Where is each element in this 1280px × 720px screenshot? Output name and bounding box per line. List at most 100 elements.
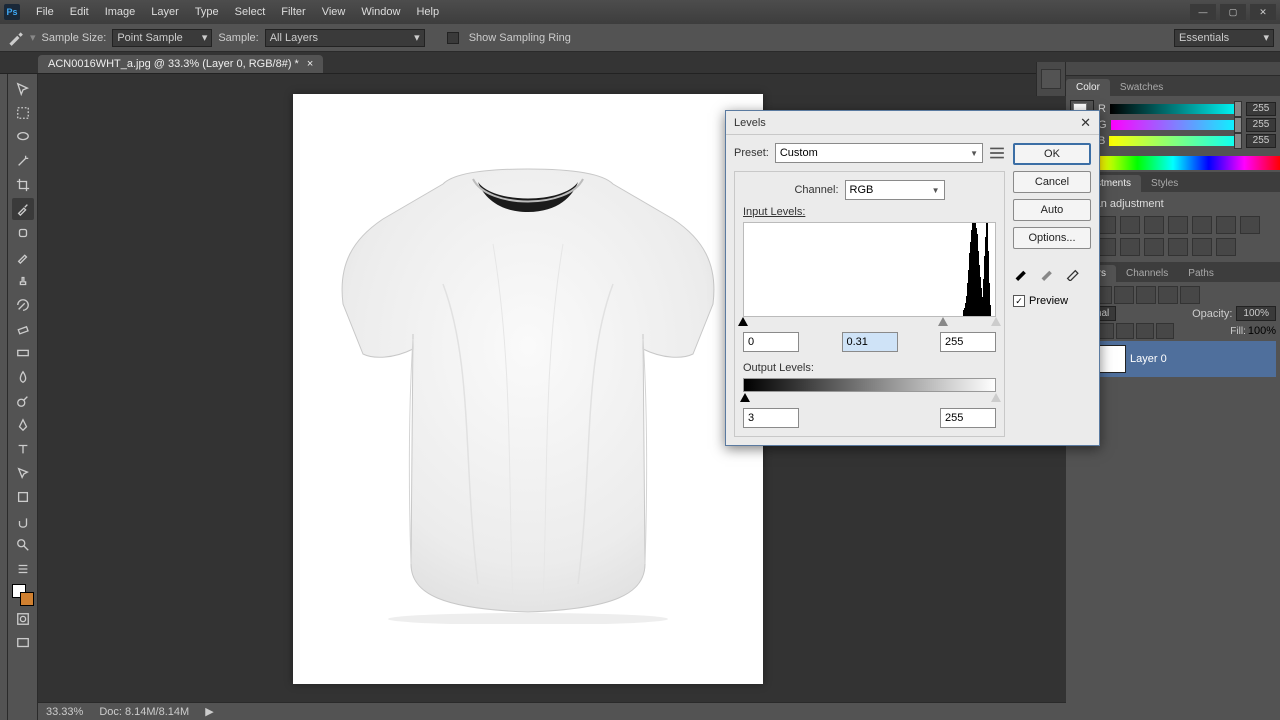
dodge-tool[interactable] — [12, 390, 34, 412]
fill-value[interactable]: 100% — [1248, 325, 1276, 337]
adj-threshold-icon[interactable] — [1168, 238, 1188, 256]
eraser-tool[interactable] — [12, 318, 34, 340]
canvas[interactable] — [293, 94, 763, 684]
path-select-tool[interactable] — [12, 462, 34, 484]
layer-filter-adj-icon[interactable] — [1114, 286, 1134, 304]
sample-black-eyedropper-icon[interactable] — [1013, 263, 1031, 281]
dialog-close-icon[interactable]: ✕ — [1080, 115, 1091, 131]
tab-color[interactable]: Color — [1066, 79, 1110, 96]
b-value[interactable]: 255 — [1246, 134, 1276, 148]
shadow-handle[interactable] — [738, 317, 748, 326]
channel-select[interactable]: RGB▼ — [845, 180, 945, 200]
midtone-handle[interactable] — [938, 317, 948, 326]
preset-select[interactable]: Custom▼ — [775, 143, 983, 163]
show-sampling-ring-checkbox[interactable] — [447, 32, 459, 44]
lock-all-icon[interactable] — [1156, 323, 1174, 339]
ok-button[interactable]: OK — [1013, 143, 1091, 165]
menu-select[interactable]: Select — [227, 6, 274, 18]
layer-filter-smart-icon[interactable] — [1180, 286, 1200, 304]
color-swatches[interactable] — [12, 584, 34, 606]
output-highlight-handle[interactable] — [991, 393, 1001, 402]
lock-position-icon[interactable] — [1136, 323, 1154, 339]
status-arrow-icon[interactable]: ▶ — [205, 705, 213, 718]
blur-tool[interactable] — [12, 366, 34, 388]
sample-select[interactable]: All Layers▾ — [265, 29, 425, 47]
layer-name[interactable]: Layer 0 — [1130, 353, 1167, 365]
layer-thumbnail[interactable] — [1096, 345, 1126, 373]
adj-selective-color-icon[interactable] — [1216, 238, 1236, 256]
close-button[interactable]: ✕ — [1250, 4, 1276, 20]
cancel-button[interactable]: Cancel — [1013, 171, 1091, 193]
input-midtone-field[interactable]: 0.31 — [842, 332, 898, 352]
sample-white-eyedropper-icon[interactable] — [1065, 263, 1083, 281]
menu-filter[interactable]: Filter — [273, 6, 313, 18]
gradient-tool[interactable] — [12, 342, 34, 364]
wand-tool[interactable] — [12, 150, 34, 172]
maximize-button[interactable]: ▢ — [1220, 4, 1246, 20]
options-button[interactable]: Options... — [1013, 227, 1091, 249]
auto-button[interactable]: Auto — [1013, 199, 1091, 221]
edit-toolbar[interactable] — [12, 558, 34, 580]
minimize-button[interactable]: — — [1190, 4, 1216, 20]
history-brush-tool[interactable] — [12, 294, 34, 316]
move-tool[interactable] — [12, 78, 34, 100]
sample-size-select[interactable]: Point Sample▾ — [112, 29, 212, 47]
preset-menu-icon[interactable] — [989, 145, 1005, 161]
adj-gradient-map-icon[interactable] — [1192, 238, 1212, 256]
adj-hue-icon[interactable] — [1192, 216, 1212, 234]
tab-channels[interactable]: Channels — [1116, 265, 1178, 282]
preview-checkbox[interactable]: ✓ — [1013, 295, 1025, 307]
opacity-value[interactable]: 100% — [1236, 306, 1276, 321]
highlight-handle[interactable] — [991, 317, 1001, 326]
brush-tool[interactable] — [12, 246, 34, 268]
menu-help[interactable]: Help — [408, 6, 447, 18]
menu-image[interactable]: Image — [97, 6, 144, 18]
quickmask-tool[interactable] — [12, 608, 34, 630]
menu-type[interactable]: Type — [187, 6, 227, 18]
menu-view[interactable]: View — [314, 6, 354, 18]
r-value[interactable]: 255 — [1246, 102, 1276, 116]
g-value[interactable]: 255 — [1246, 118, 1276, 132]
adj-vibrance-icon[interactable] — [1168, 216, 1188, 234]
g-slider[interactable] — [1111, 120, 1242, 130]
tab-swatches[interactable]: Swatches — [1110, 79, 1173, 96]
eyedropper-tool[interactable] — [12, 198, 34, 220]
shape-tool[interactable] — [12, 486, 34, 508]
adj-curves-icon[interactable] — [1120, 216, 1140, 234]
tab-styles[interactable]: Styles — [1141, 175, 1188, 192]
marquee-tool[interactable] — [12, 102, 34, 124]
input-highlight-field[interactable]: 255 — [940, 332, 996, 352]
stamp-tool[interactable] — [12, 270, 34, 292]
layer-filter-type-icon[interactable] — [1136, 286, 1156, 304]
crop-tool[interactable] — [12, 174, 34, 196]
type-tool[interactable] — [12, 438, 34, 460]
layer-filter-shape-icon[interactable] — [1158, 286, 1178, 304]
menu-file[interactable]: File — [28, 6, 62, 18]
output-shadow-handle[interactable] — [740, 393, 750, 402]
adj-invert-icon[interactable] — [1120, 238, 1140, 256]
document-tab[interactable]: ACN0016WHT_a.jpg @ 33.3% (Layer 0, RGB/8… — [38, 55, 323, 73]
sample-gray-eyedropper-icon[interactable] — [1039, 263, 1057, 281]
hand-tool[interactable] — [12, 510, 34, 532]
output-highlight-field[interactable]: 255 — [940, 408, 996, 428]
tab-paths[interactable]: Paths — [1178, 265, 1224, 282]
menu-edit[interactable]: Edit — [62, 6, 97, 18]
screen-mode-tool[interactable] — [12, 632, 34, 654]
input-shadow-field[interactable]: 0 — [743, 332, 799, 352]
pen-tool[interactable] — [12, 414, 34, 436]
zoom-tool[interactable] — [12, 534, 34, 556]
adj-exposure-icon[interactable] — [1144, 216, 1164, 234]
layer-row[interactable]: 👁 Layer 0 — [1070, 341, 1276, 377]
adj-bw-icon[interactable] — [1216, 216, 1236, 234]
zoom-level[interactable]: 33.33% — [46, 706, 83, 718]
input-slider[interactable] — [743, 316, 996, 326]
workspace-select[interactable]: Essentials▾ — [1174, 29, 1274, 47]
lasso-tool[interactable] — [12, 126, 34, 148]
histogram[interactable] — [743, 222, 996, 317]
document-tab-close-icon[interactable]: × — [307, 58, 313, 70]
output-slider[interactable] — [743, 392, 996, 402]
lock-pixels-icon[interactable] — [1116, 323, 1134, 339]
menu-layer[interactable]: Layer — [143, 6, 187, 18]
menu-window[interactable]: Window — [353, 6, 408, 18]
history-panel-collapsed[interactable] — [1036, 62, 1066, 96]
